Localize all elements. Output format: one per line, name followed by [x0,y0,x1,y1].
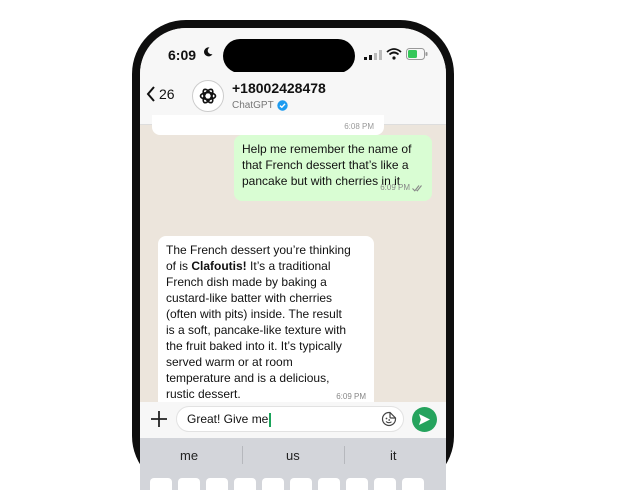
message-line: served warm or at room [166,355,293,369]
keyboard-key[interactable] [150,478,172,490]
dynamic-island [223,39,355,73]
moon-icon [204,47,213,57]
message-input-text: Great! Give me [187,412,271,427]
message-line: The French dessert you’re thinking [166,243,351,257]
message-line: temperature and is a delicious, [166,371,330,385]
keyboard-key[interactable] [290,478,312,490]
chatgpt-logo-icon [199,88,217,104]
status-time: 6:09 [168,47,197,63]
back-button[interactable]: 26 [146,86,175,102]
verified-badge-icon [276,100,288,111]
keyboard [140,472,446,490]
incoming-message-bubble[interactable]: The French dessert you’re thinking of is… [158,236,374,410]
message-time: 6:09 PM [380,183,410,192]
composer-bar: Great! Give me [140,402,446,438]
message-line: custard-like batter with cherries [166,291,333,305]
message-line: Help me remember the name of [242,142,412,156]
keyboard-suggestion-bar: me us it [140,438,446,472]
keyboard-key[interactable] [374,478,396,490]
typed-text: Great! Give me [187,412,269,426]
previous-message-bubble: 6:08 PM [152,115,384,135]
keyboard-key[interactable] [206,478,228,490]
keyboard-key[interactable] [402,478,424,490]
suggestion-item[interactable]: us [286,448,300,463]
phone-frame: 6:09 26 +18002428478 ChatGPT 6:08 PM Hel… [132,20,454,490]
keyboard-key[interactable] [346,478,368,490]
send-button[interactable] [412,407,437,432]
avatar[interactable] [192,80,224,112]
status-bar: 6:09 [140,28,446,73]
double-check-icon [412,185,422,192]
sticker-icon[interactable] [381,411,397,427]
keyboard-key[interactable] [178,478,200,490]
keyboard-key[interactable] [262,478,284,490]
message-line: that French dessert that’s like a [242,158,409,172]
message-line: of is Clafoutis! It’s a traditional [166,259,331,273]
phone-screen: 6:09 26 +18002428478 ChatGPT 6:08 PM Hel… [140,28,446,490]
message-line: French dish made by baking a [166,275,327,289]
message-line: is a soft, pancake-like texture with [166,323,347,337]
send-arrow-icon [419,414,430,425]
contact-subtitle: ChatGPT [232,100,274,111]
keyboard-key[interactable] [234,478,256,490]
plus-icon[interactable] [148,408,170,430]
signal-icon [364,50,382,60]
contact-subtitle-row: ChatGPT [232,100,288,111]
battery-icon [406,48,428,60]
suggestion-item[interactable]: me [180,448,198,463]
message-meta: 6:09 PM [380,180,424,196]
contact-name[interactable]: +18002428478 [232,80,326,96]
suggestion-item[interactable]: it [390,448,397,463]
suggestion-divider [242,446,243,464]
message-input[interactable]: Great! Give me [176,406,404,432]
previous-message-time: 6:08 PM [344,122,374,131]
message-line: (often with pits) inside. The result [166,307,342,321]
suggestion-divider [344,446,345,464]
wifi-icon [386,48,402,60]
chat-area[interactable]: 6:08 PM Help me remember the name of tha… [140,115,446,431]
outgoing-message-bubble[interactable]: Help me remember the name of that French… [234,135,432,201]
highlighted-term: Clafoutis! [191,259,247,273]
keyboard-key[interactable] [318,478,340,490]
text-caret [269,412,271,427]
message-line: the fruit baked into it. It’s typically [166,339,342,353]
keyboard-row [150,478,424,490]
chevron-left-icon [146,86,155,102]
unread-count: 26 [159,86,175,102]
